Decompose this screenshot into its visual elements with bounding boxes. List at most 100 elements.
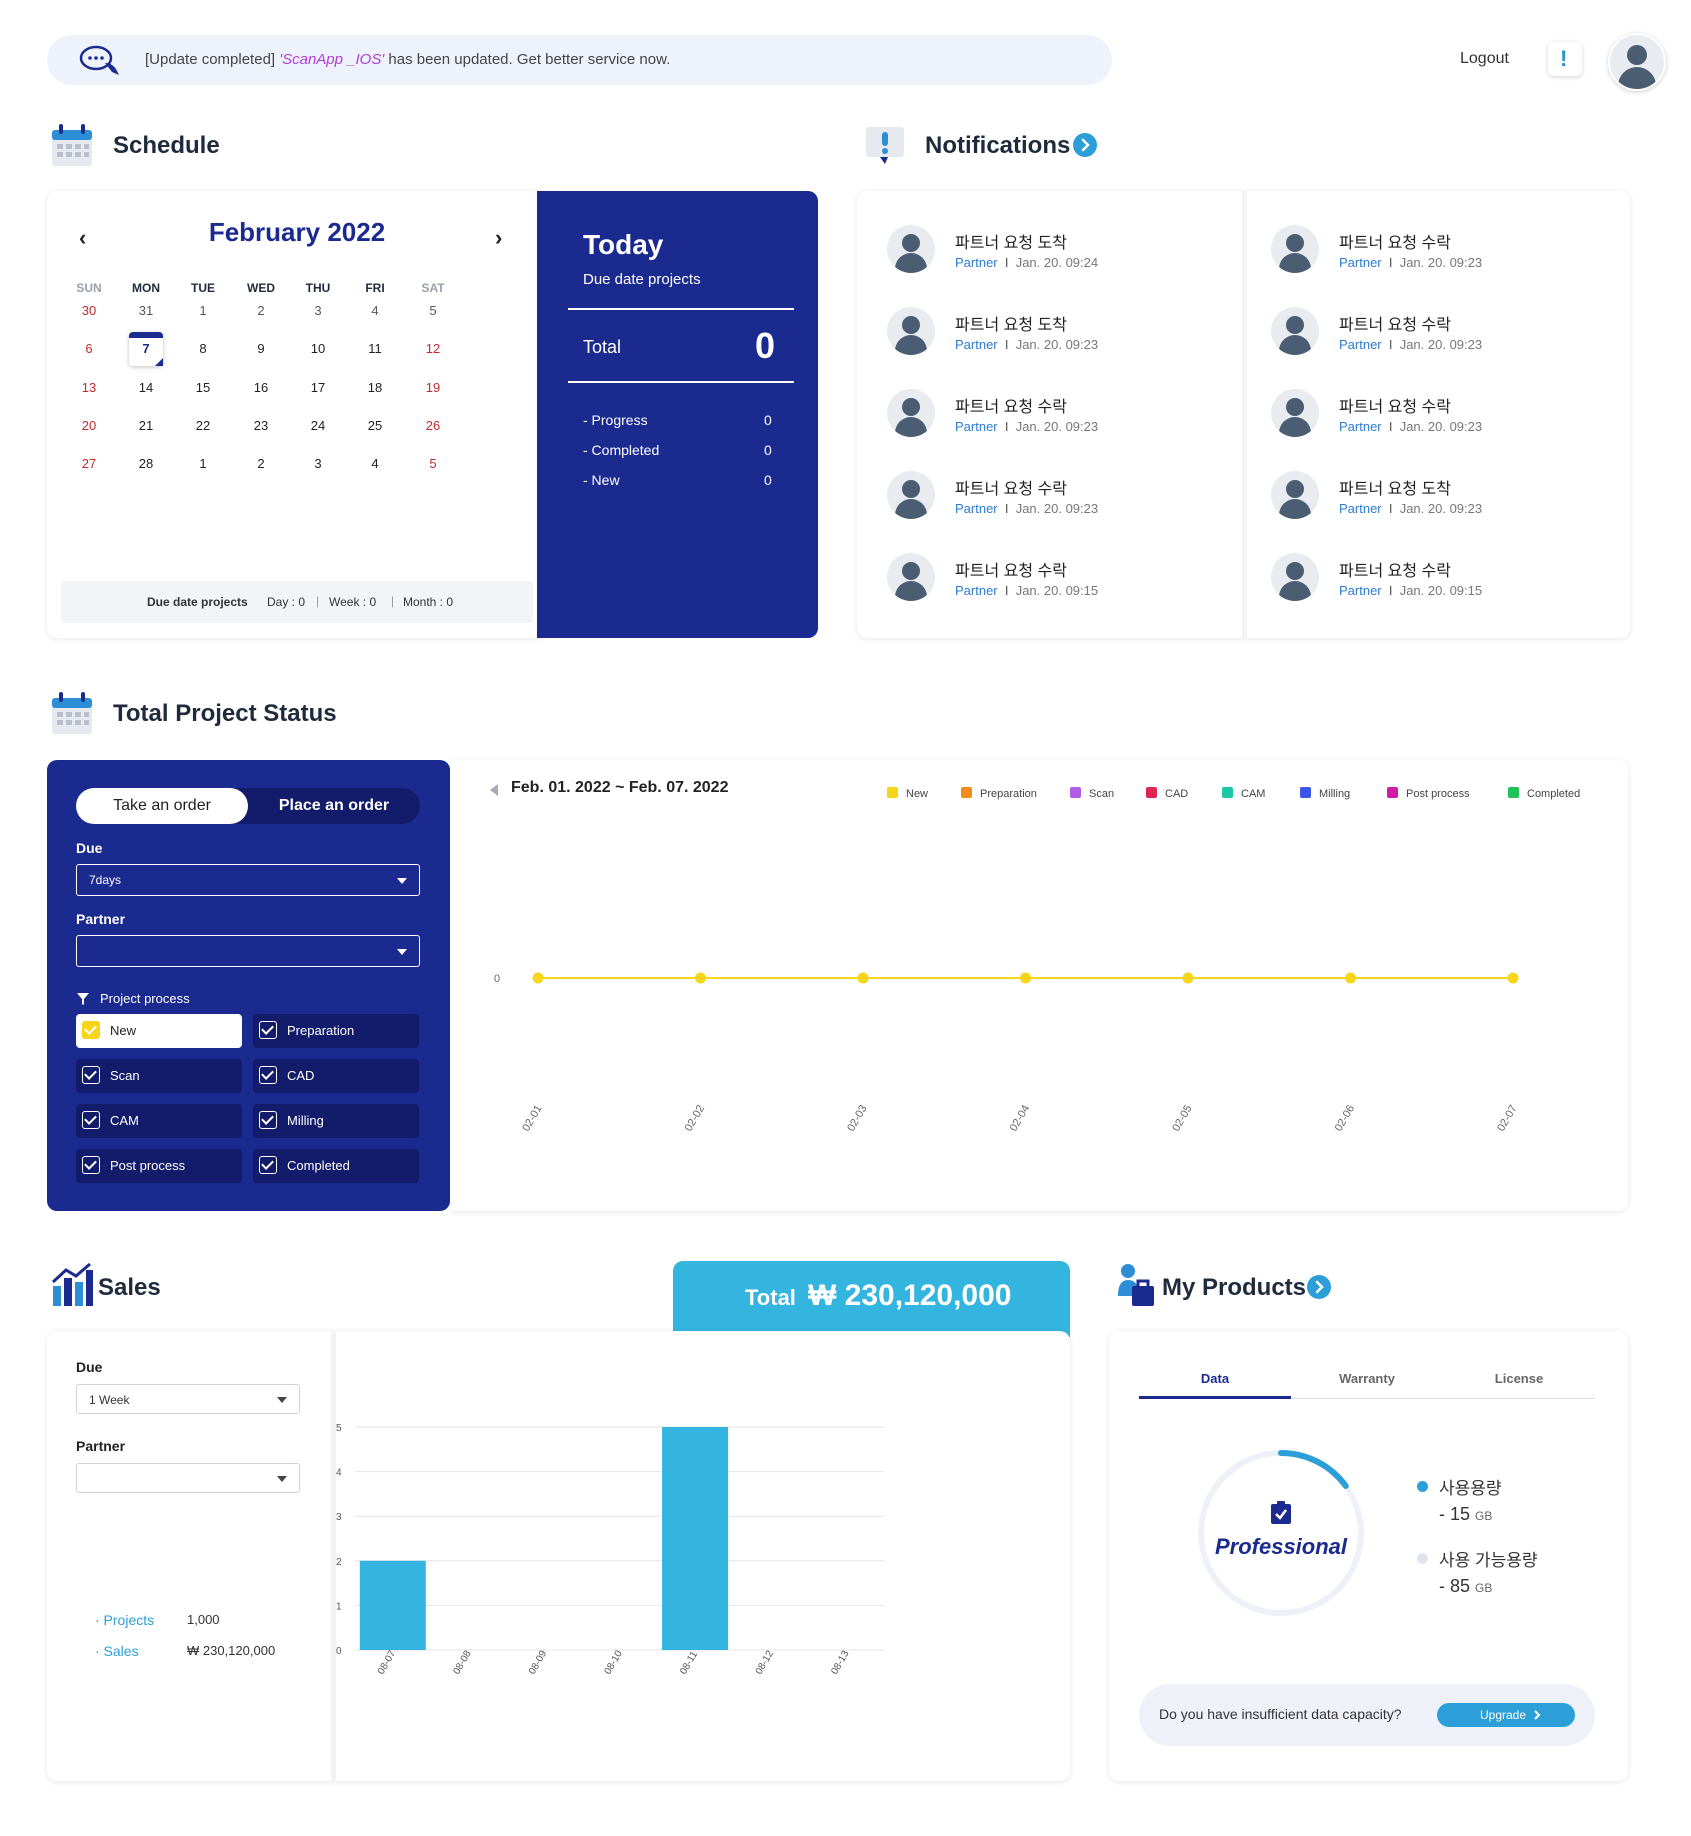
process-checkbox-cam[interactable]: CAM [76, 1104, 242, 1138]
upgrade-button[interactable]: Upgrade [1437, 1703, 1575, 1727]
calendar-day[interactable]: 14 [126, 380, 166, 395]
products-more-button[interactable] [1307, 1275, 1331, 1299]
notification-item[interactable]: 파트너 요청 수락 Partner I Jan. 20. 09:23 [887, 471, 1227, 521]
calendar-day[interactable]: 4 [355, 456, 395, 471]
legend-item[interactable]: Preparation [961, 787, 1037, 800]
process-checkbox-cad[interactable]: CAD [253, 1059, 419, 1093]
sales-bar[interactable] [662, 1427, 729, 1650]
calendar-day[interactable]: 13 [69, 380, 109, 395]
calendar-day[interactable]: 24 [298, 418, 338, 433]
notification-item[interactable]: 파트너 요청 수락 Partner I Jan. 20. 09:15 [887, 553, 1227, 603]
legend-item[interactable]: New [887, 787, 928, 800]
process-checkbox-preparation[interactable]: Preparation [253, 1014, 419, 1048]
next-month-button[interactable]: › [495, 225, 502, 251]
calendar-day[interactable]: 5 [413, 456, 453, 471]
calendar-day[interactable]: 6 [69, 341, 109, 356]
calendar-day[interactable]: 7 [126, 341, 166, 356]
legend-item[interactable]: CAM [1222, 787, 1265, 800]
notification-meta: Partner I Jan. 20. 09:23 [955, 419, 1099, 434]
legend-item[interactable]: CAD [1146, 787, 1188, 800]
x-tick-label: 02-04 [1008, 1103, 1032, 1133]
weekday-label: WED [247, 281, 275, 295]
calendar-day[interactable]: 27 [69, 456, 109, 471]
clipboard-check-icon [1271, 1501, 1291, 1524]
user-avatar[interactable] [1608, 33, 1666, 91]
calendar-day[interactable]: 1 [183, 456, 223, 471]
calendar-day[interactable]: 15 [183, 380, 223, 395]
banner-app-name[interactable]: 'ScanApp _IOS' [279, 51, 384, 68]
data-point[interactable] [1182, 972, 1194, 984]
legend-item[interactable]: Post process [1387, 787, 1470, 800]
calendar-day[interactable]: 8 [183, 341, 223, 356]
legend-swatch [1070, 787, 1081, 798]
notification-title: 파트너 요청 도착 [955, 317, 1067, 334]
calendar-day[interactable]: 31 [126, 303, 166, 318]
notification-item[interactable]: 파트너 요청 도착 Partner I Jan. 20. 09:23 [1271, 471, 1611, 521]
calendar-day[interactable]: 11 [355, 341, 395, 356]
process-checkbox-milling[interactable]: Milling [253, 1104, 419, 1138]
data-point[interactable] [1507, 972, 1519, 984]
process-checkbox-post-process[interactable]: Post process [76, 1149, 242, 1183]
notification-item[interactable]: 파트너 요청 수락 Partner I Jan. 20. 09:15 [1271, 553, 1611, 603]
calendar-day[interactable]: 19 [413, 380, 453, 395]
notification-item[interactable]: 파트너 요청 수락 Partner I Jan. 20. 09:23 [1271, 225, 1611, 275]
calendar-day[interactable]: 12 [413, 341, 453, 356]
legend-label: CAM [1241, 788, 1266, 800]
calendar-day[interactable]: 21 [126, 418, 166, 433]
notification-item[interactable]: 파트너 요청 수락 Partner I Jan. 20. 09:23 [887, 389, 1227, 439]
process-checkbox-scan[interactable]: Scan [76, 1059, 242, 1093]
calendar-day[interactable]: 22 [183, 418, 223, 433]
data-point[interactable] [1345, 972, 1356, 984]
today-total-value: 0 [755, 325, 776, 366]
calendar-day[interactable]: 23 [241, 418, 281, 433]
calendar-day[interactable]: 26 [413, 418, 453, 433]
calendar-day[interactable]: 3 [298, 456, 338, 471]
partner-select[interactable] [76, 935, 420, 967]
calendar-day[interactable]: 20 [69, 418, 109, 433]
process-checkbox-new[interactable]: New [76, 1014, 242, 1048]
tab-warranty[interactable]: Warranty [1291, 1371, 1443, 1386]
calendar-day[interactable]: 28 [126, 456, 166, 471]
process-checkbox-completed[interactable]: Completed [253, 1149, 419, 1183]
tab-place-an-order[interactable]: Place an order [248, 788, 420, 824]
logout-link[interactable]: Logout [1460, 50, 1509, 68]
legend-swatch [961, 787, 972, 798]
legend-item[interactable]: Milling [1300, 787, 1350, 800]
calendar-day[interactable]: 25 [355, 418, 395, 433]
process-checkbox-label: Preparation [287, 1023, 355, 1038]
legend-item[interactable]: Scan [1070, 787, 1114, 800]
calendar-day[interactable]: 5 [413, 303, 453, 318]
tab-license[interactable]: License [1443, 1371, 1595, 1386]
tab-take-an-order[interactable]: Take an order [76, 788, 248, 824]
notification-item[interactable]: 파트너 요청 도착 Partner I Jan. 20. 09:24 [887, 225, 1227, 275]
due-select[interactable]: 7days [76, 864, 420, 896]
calendar-day[interactable]: 4 [355, 303, 395, 318]
calendar-day[interactable]: 1 [183, 303, 223, 318]
data-point[interactable] [857, 972, 869, 984]
calendar-day[interactable]: 2 [241, 456, 281, 471]
calendar-day[interactable]: 3 [298, 303, 338, 318]
sales-bar[interactable] [359, 1560, 426, 1650]
notifications-more-button[interactable] [1073, 133, 1097, 157]
calendar-day[interactable]: 17 [298, 380, 338, 395]
alert-button[interactable]: ! [1548, 42, 1582, 76]
due-summary-day: Day : 0 [267, 595, 306, 609]
legend-item[interactable]: Completed [1508, 787, 1580, 800]
data-point[interactable] [1020, 972, 1031, 984]
calendar-day[interactable]: 10 [298, 341, 338, 356]
process-checkbox-label: CAD [287, 1068, 315, 1083]
tab-data[interactable]: Data [1139, 1371, 1291, 1386]
calendar-day[interactable]: 9 [241, 341, 281, 356]
notification-time: Jan. 20. 09:23 [1399, 501, 1483, 516]
x-tick-label: 08-08 [451, 1648, 474, 1676]
data-point[interactable] [695, 972, 706, 984]
calendar-day[interactable]: 2 [241, 303, 281, 318]
notification-item[interactable]: 파트너 요청 수락 Partner I Jan. 20. 09:23 [1271, 389, 1611, 439]
notification-item[interactable]: 파트너 요청 수락 Partner I Jan. 20. 09:23 [1271, 307, 1611, 357]
data-point[interactable] [532, 972, 544, 984]
calendar-day[interactable]: 16 [241, 380, 281, 395]
notification-item[interactable]: 파트너 요청 도착 Partner I Jan. 20. 09:23 [887, 307, 1227, 357]
calendar-day[interactable]: 30 [69, 303, 109, 318]
calendar-day[interactable]: 18 [355, 380, 395, 395]
weekday-label: MON [132, 281, 160, 295]
